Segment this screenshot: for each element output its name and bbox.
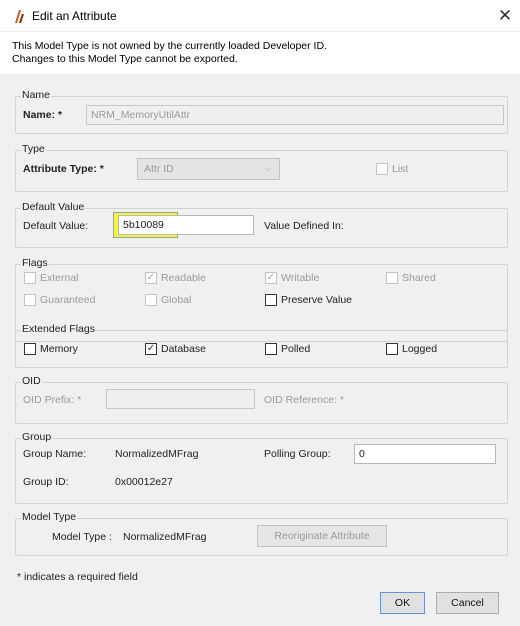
notice-line-1: This Model Type is not owned by the curr… xyxy=(12,40,327,52)
oid-group xyxy=(15,382,508,424)
writable-checkbox[interactable]: ✓ xyxy=(265,272,277,284)
group-id-label: Group ID: xyxy=(23,476,69,488)
dialog-body: This Model Type is not owned by the curr… xyxy=(0,32,520,626)
logged-checkbox[interactable] xyxy=(386,343,398,355)
list-checkbox[interactable] xyxy=(376,163,388,175)
attribute-type-value: Attr ID xyxy=(144,163,174,175)
group-id-value: 0x00012e27 xyxy=(115,476,173,488)
extended-flags-legend: Extended Flags xyxy=(21,323,96,335)
list-label: List xyxy=(392,163,409,175)
default-value-group xyxy=(15,208,508,248)
database-label: Database xyxy=(161,343,206,355)
global-checkbox[interactable] xyxy=(145,294,157,306)
window-title: Edit an Attribute xyxy=(32,9,117,23)
shared-label: Shared xyxy=(402,272,436,284)
value-defined-in-label: Value Defined In: xyxy=(264,220,344,232)
group-name-label: Group Name: xyxy=(23,448,87,460)
type-group-legend: Type xyxy=(21,143,46,155)
title-bar: Edit an Attribute ✕ xyxy=(0,0,520,32)
polling-group-field[interactable]: 0 xyxy=(354,444,496,464)
shared-checkbox[interactable] xyxy=(386,272,398,284)
cancel-button[interactable]: Cancel xyxy=(436,592,499,614)
chevron-down-icon: ⌵ xyxy=(264,163,271,173)
oid-prefix-label: OID Prefix: * xyxy=(23,394,82,406)
polled-label: Polled xyxy=(281,343,311,355)
name-label: Name: * xyxy=(23,109,63,121)
preserve-value-label: Preserve Value xyxy=(281,294,353,306)
memory-checkbox[interactable] xyxy=(24,343,36,355)
name-field[interactable]: NRM_MemoryUtilAttr xyxy=(86,105,504,125)
app-logo-icon xyxy=(12,8,26,24)
attribute-type-label: Attribute Type: * xyxy=(23,163,104,175)
readable-label: Readable xyxy=(161,272,206,284)
required-field-note: * indicates a required field xyxy=(17,571,138,583)
flags-legend: Flags xyxy=(21,257,49,269)
external-label: External xyxy=(40,272,79,284)
ok-button[interactable]: OK xyxy=(380,592,425,614)
guaranteed-checkbox[interactable] xyxy=(24,294,36,306)
polling-group-label: Polling Group: xyxy=(264,448,331,460)
model-type-legend: Model Type xyxy=(21,511,78,523)
group-name-value: NormalizedMFrag xyxy=(115,448,199,460)
logged-label: Logged xyxy=(402,343,438,355)
group-legend: Group xyxy=(21,431,53,443)
writable-label: Writable xyxy=(281,272,320,284)
global-label: Global xyxy=(161,294,192,306)
close-icon[interactable]: ✕ xyxy=(494,5,516,27)
guaranteed-label: Guaranteed xyxy=(40,294,96,306)
memory-label: Memory xyxy=(40,343,78,355)
oid-prefix-field[interactable] xyxy=(106,389,255,409)
oid-reference-label: OID Reference: * xyxy=(264,394,344,406)
oid-legend: OID xyxy=(21,375,42,387)
reoriginate-attribute-button[interactable]: Reoriginate Attribute xyxy=(257,525,387,547)
ownership-notice: This Model Type is not owned by the curr… xyxy=(0,32,520,74)
model-type-value: NormalizedMFrag xyxy=(123,531,207,543)
default-value-legend: Default Value xyxy=(21,201,86,213)
name-group-legend: Name xyxy=(21,89,52,101)
default-value-label: Default Value: xyxy=(23,220,89,232)
readable-checkbox[interactable]: ✓ xyxy=(145,272,157,284)
polled-checkbox[interactable] xyxy=(265,343,277,355)
highlight-outline xyxy=(113,212,178,238)
external-checkbox[interactable] xyxy=(24,272,36,284)
database-checkbox[interactable]: ✓ xyxy=(145,343,157,355)
preserve-value-checkbox[interactable] xyxy=(265,294,277,306)
attribute-type-select[interactable]: Attr ID ⌵ xyxy=(137,158,280,180)
model-type-label: Model Type : xyxy=(52,531,112,543)
notice-line-2: Changes to this Model Type cannot be exp… xyxy=(12,53,238,65)
